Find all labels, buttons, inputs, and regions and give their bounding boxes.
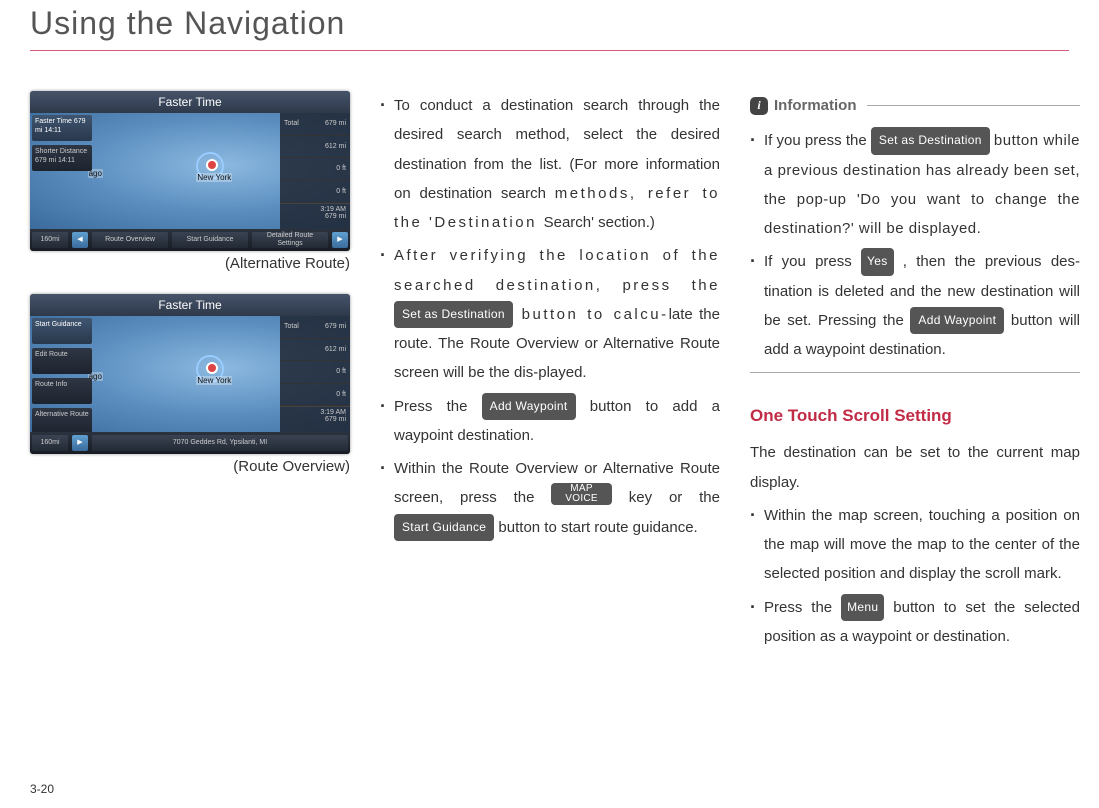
foot-route-overview: Route Overview <box>92 232 168 248</box>
foot-start-guidance: Start Guidance <box>172 232 248 248</box>
foot-arrow-right: ▶ <box>72 435 88 451</box>
text: key or the <box>629 489 720 506</box>
add-waypoint-button: Add Waypoint <box>910 307 1004 334</box>
title-rule <box>30 50 1069 51</box>
text: Press the <box>764 599 841 616</box>
foot-detailed-settings: Detailed Route Settings <box>252 232 328 248</box>
sb-route-info: Route Info <box>32 378 92 404</box>
menu-button: Menu <box>841 594 884 621</box>
foot-dist: 160mi <box>32 435 68 451</box>
text: button to calcu- <box>513 306 669 323</box>
one-touch-list: Within the map screen, touching a positi… <box>750 501 1080 651</box>
list-item: Press the Add Waypoint button to add a w… <box>380 392 720 451</box>
rp-time: 3:19 AM679 mi <box>280 203 350 229</box>
rp-row: 0 ft <box>280 158 350 181</box>
shot-right-panel: Total679 mi 612 mi 0 ft 0 ft 3:19 AM679 … <box>280 113 350 229</box>
shot-sidebar: Faster Time 679 mi 14:11 Shorter Distanc… <box>30 113 94 229</box>
sb-alternative-route: Alternative Route <box>32 408 92 434</box>
rp-row: 0 ft <box>280 361 350 384</box>
rp-label: Total <box>284 323 299 330</box>
sb-edit-route: Edit Route <box>32 348 92 374</box>
sb-faster-time: Faster Time 679 mi 14:11 <box>32 115 92 141</box>
text: Press the <box>394 398 482 415</box>
text: After verifying the location of the sear… <box>394 247 720 293</box>
shot-right-panel: Total679 mi 612 mi 0 ft 0 ft 3:19 AM679 … <box>280 316 350 432</box>
foot-arrow-right: ▶ <box>332 232 348 248</box>
section-intro: The destination can be set to the curren… <box>750 438 1080 497</box>
rp-dist-val: 679 mi <box>284 416 346 423</box>
foot-dist: 160mi <box>32 232 68 248</box>
rp-time-val: 3:19 AM <box>284 206 346 213</box>
rp-total: Total 679 mi <box>280 316 350 339</box>
rp-val: 679 mi <box>325 120 346 127</box>
caption-alternative-route: (Alternative Route) <box>30 255 350 272</box>
text: VOICE <box>565 493 598 504</box>
rp-val: 612 mi <box>325 346 346 353</box>
sb-start-guidance: Start Guidance <box>32 318 92 344</box>
list-item: After verifying the location of the sear… <box>380 241 720 387</box>
rp-val: 679 mi <box>325 323 346 330</box>
shot-sidebar: Start Guidance Edit Route Route Info Alt… <box>30 316 94 432</box>
column-middle: To conduct a destination search through … <box>380 91 720 655</box>
content-columns: Faster Time ago New York Faster Time 679… <box>30 91 1069 655</box>
map-label: New York <box>196 173 232 182</box>
add-waypoint-button: Add Waypoint <box>482 393 576 420</box>
shot-footer: 160mi ◀ Route Overview Start Guidance De… <box>30 229 350 251</box>
rp-dist-val: 679 mi <box>284 213 346 220</box>
yes-button: Yes <box>861 248 893 275</box>
info-label: Information <box>774 91 857 120</box>
screenshot-alternative-route: Faster Time ago New York Faster Time 679… <box>30 91 350 251</box>
list-item: Within the Route Overview or Alternative… <box>380 454 720 542</box>
column-left: Faster Time ago New York Faster Time 679… <box>30 91 350 655</box>
foot-arrow-left: ◀ <box>72 232 88 248</box>
rp-val: 0 ft <box>336 165 346 172</box>
one-touch-scroll-title: One Touch Scroll Setting <box>750 399 1080 432</box>
rp-time: 3:19 AM679 mi <box>280 406 350 432</box>
rp-label: Total <box>284 120 299 127</box>
foot-address: 7070 Geddes Rd, Ypsilanti, MI <box>92 435 348 451</box>
screenshot-route-overview: Faster Time ago New York Start Guidance … <box>30 294 350 454</box>
start-guidance-button: Start Guidance <box>394 514 494 541</box>
rp-row: 612 mi <box>280 136 350 159</box>
shot-header: Faster Time <box>30 294 350 316</box>
list-item: Within the map screen, touching a positi… <box>750 501 1080 589</box>
rp-row: 0 ft <box>280 181 350 204</box>
list-item: If you press Yes , then the previous des… <box>750 247 1080 364</box>
rp-total: Total 679 mi <box>280 113 350 136</box>
list-item: If you press the Set as Destination butt… <box>750 126 1080 243</box>
column-right: i Information If you press the Set as De… <box>750 91 1080 655</box>
info-rule <box>867 105 1081 106</box>
rp-row: 0 ft <box>280 384 350 407</box>
text: Search' section.) <box>544 214 655 231</box>
rp-val: 0 ft <box>336 188 346 195</box>
page-title: Using the Navigation <box>30 0 1069 50</box>
rp-val: 0 ft <box>336 391 346 398</box>
map-label: New York <box>196 376 232 385</box>
set-as-destination-button: Set as Destination <box>394 301 513 328</box>
rp-time-val: 3:19 AM <box>284 409 346 416</box>
sb-shorter-distance: Shorter Distance 679 mi 14:11 <box>32 145 92 171</box>
list-item: To conduct a destination search through … <box>380 91 720 237</box>
rp-row: 612 mi <box>280 339 350 362</box>
info-bottom-rule <box>750 372 1080 373</box>
information-heading: i Information <box>750 91 1080 120</box>
text: If you press the <box>764 132 871 149</box>
caption-route-overview: (Route Overview) <box>30 458 350 475</box>
list-item: Press the Menu button to set the selecte… <box>750 593 1080 652</box>
set-as-destination-button: Set as Destination <box>871 127 990 154</box>
shot-footer: 160mi ▶ 7070 Geddes Rd, Ypsilanti, MI <box>30 432 350 454</box>
rp-val: 612 mi <box>325 143 346 150</box>
info-icon: i <box>750 97 768 115</box>
text: If you press <box>764 253 861 270</box>
map-voice-button: MAPVOICE <box>551 483 612 505</box>
text: button to start route guidance. <box>498 519 697 536</box>
shot-header: Faster Time <box>30 91 350 113</box>
information-list: If you press the Set as Destination butt… <box>750 126 1080 364</box>
rp-val: 0 ft <box>336 368 346 375</box>
text: Within the map screen, touching a positi… <box>764 507 1080 583</box>
instruction-list: To conduct a destination search through … <box>380 91 720 542</box>
page-number: 3-20 <box>30 782 54 796</box>
